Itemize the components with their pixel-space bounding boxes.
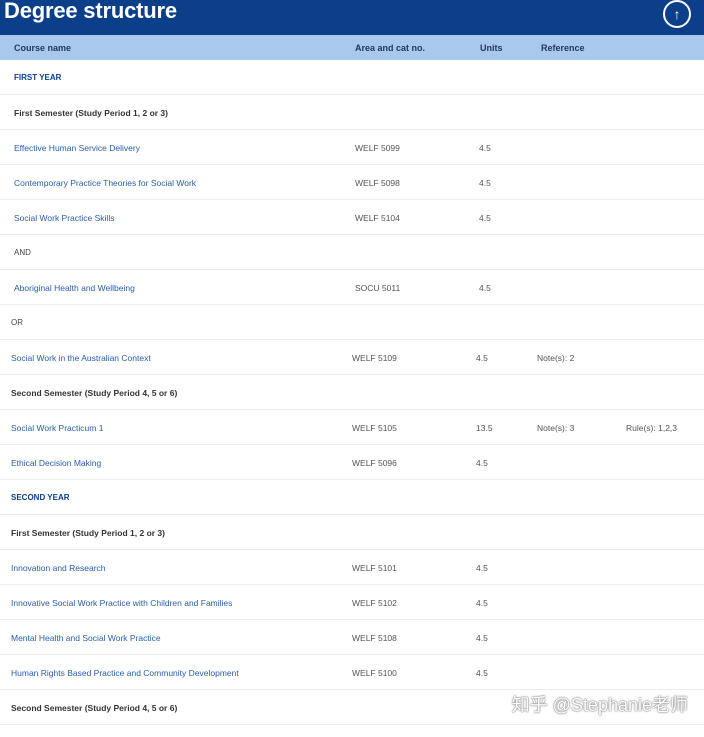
course-units: 4.5 xyxy=(479,283,491,293)
title-bar: Degree structure ↑ xyxy=(0,0,704,35)
table-row: Effective Human Service Delivery WELF 509… xyxy=(0,130,704,165)
table-row: Innovation and Research WELF 5101 4.5 xyxy=(0,550,704,585)
header-area-cat-no: Area and cat no. xyxy=(355,43,426,53)
table-header: Course name Area and cat no. Units Refer… xyxy=(0,35,704,60)
semester-heading: First Semester (Study Period 1, 2 or 3) xyxy=(14,108,168,118)
arrow-up-icon[interactable]: ↑ xyxy=(663,0,691,28)
table-row: Aboriginal Health and Wellbeing SOCU 5011… xyxy=(0,270,704,305)
semester-heading: First Semester (Study Period 1, 2 or 3) xyxy=(11,528,165,538)
course-units: 4.5 xyxy=(476,353,488,363)
course-code: SOCU 5011 xyxy=(355,283,401,293)
header-units: Units xyxy=(480,43,503,53)
course-units: 4.5 xyxy=(476,633,488,643)
course-code: WELF 5099 xyxy=(355,143,400,153)
course-code: WELF 5096 xyxy=(352,458,397,468)
year-heading-row: FIRST YEAR xyxy=(0,60,704,95)
course-code: WELF 5108 xyxy=(352,633,397,643)
table-row: Human Rights Based Practice and Communit… xyxy=(0,655,704,690)
course-link[interactable]: Ethical Decision Making xyxy=(11,458,101,468)
course-link[interactable]: Effective Human Service Delivery xyxy=(14,143,140,153)
semester-heading: Second Semester (Study Period 4, 5 or 6) xyxy=(11,388,178,398)
table-row: Innovative Social Work Practice with Chi… xyxy=(0,585,704,620)
course-units: 4.5 xyxy=(476,668,488,678)
semester-heading-row: First Semester (Study Period 1, 2 or 3) xyxy=(0,95,704,130)
connector-row: AND xyxy=(0,235,704,270)
course-link[interactable]: Social Work in the Australian Context xyxy=(11,353,151,363)
course-link[interactable]: Innovative Social Work Practice with Chi… xyxy=(11,598,232,608)
course-link[interactable]: Contemporary Practice Theories for Socia… xyxy=(14,178,196,188)
course-code: WELF 5100 xyxy=(352,668,397,678)
table-row: Social Work Practicum 1 WELF 5105 13.5 Note… xyxy=(0,410,704,445)
course-link[interactable]: Aboriginal Health and Wellbeing xyxy=(14,283,135,293)
course-reference-rules: Rule(s): 1,2,3 xyxy=(626,423,678,433)
course-code: WELF 5109 xyxy=(352,353,397,363)
course-units: 4.5 xyxy=(479,178,491,188)
course-link[interactable]: Human Rights Based Practice and Communit… xyxy=(11,668,239,678)
table-row: Ethical Decision Making WELF 5096 4.5 xyxy=(0,445,704,480)
semester-heading-row: First Semester (Study Period 1, 2 or 3) xyxy=(0,515,704,550)
table-row: Social Work Practice Skills WELF 5104 4.5 xyxy=(0,200,704,235)
page-title: Degree structure xyxy=(4,0,177,23)
degree-structure-page: Degree structure ↑ Course name Area and … xyxy=(0,0,704,737)
course-reference-notes: Note(s): 2 xyxy=(537,353,575,363)
course-link[interactable]: Mental Health and Social Work Practice xyxy=(11,633,161,643)
course-reference-notes: Note(s): 3 xyxy=(537,423,575,433)
semester-heading: Second Semester (Study Period 4, 5 or 6) xyxy=(11,703,178,713)
header-course-name: Course name xyxy=(14,43,72,53)
table-row: Mental Health and Social Work Practice WE… xyxy=(0,620,704,655)
connector-label: AND xyxy=(14,248,31,257)
semester-heading-row: Second Semester (Study Period 4, 5 or 6) xyxy=(0,375,704,410)
course-code: WELF 5102 xyxy=(352,598,397,608)
year-heading: SECOND YEAR xyxy=(11,493,70,502)
course-link[interactable]: Innovation and Research xyxy=(11,563,106,573)
watermark: 知乎 @Stephanie老师 xyxy=(511,695,688,715)
table-row: Contemporary Practice Theories for Socia… xyxy=(0,165,704,200)
connector-label: OR xyxy=(11,318,23,327)
course-code: WELF 5101 xyxy=(352,563,397,573)
year-heading-row: SECOND YEAR xyxy=(0,480,704,515)
course-link[interactable]: Social Work Practicum 1 xyxy=(11,423,103,433)
table-row: Social Work in the Australian Context WEL… xyxy=(0,340,704,375)
course-code: WELF 5105 xyxy=(352,423,397,433)
course-units: 13.5 xyxy=(476,423,493,433)
course-table-body: FIRST YEAR First Semester (Study Period 1… xyxy=(0,60,704,725)
course-units: 4.5 xyxy=(479,143,491,153)
connector-row: OR xyxy=(0,305,704,340)
course-units: 4.5 xyxy=(476,598,488,608)
course-units: 4.5 xyxy=(476,563,488,573)
course-units: 4.5 xyxy=(479,213,491,223)
year-heading: FIRST YEAR xyxy=(14,73,62,82)
course-code: WELF 5104 xyxy=(355,213,400,223)
course-code: WELF 5098 xyxy=(355,178,400,188)
course-link[interactable]: Social Work Practice Skills xyxy=(14,213,114,223)
header-reference: Reference xyxy=(541,43,585,53)
course-units: 4.5 xyxy=(476,458,488,468)
